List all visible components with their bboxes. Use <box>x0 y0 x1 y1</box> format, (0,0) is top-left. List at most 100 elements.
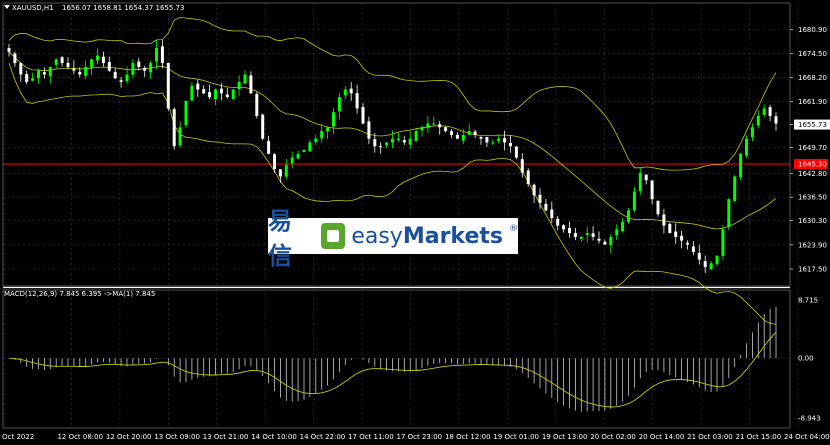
candle-body <box>739 153 743 178</box>
registered-mark: ® <box>509 224 518 234</box>
candle-body <box>225 94 229 98</box>
y-tick-label: 1617.50 <box>798 266 827 274</box>
candle-body <box>662 214 666 226</box>
x-tick-label: 17 Oct 23:00 <box>397 433 443 441</box>
candle-body <box>520 159 524 173</box>
candle-body <box>379 146 383 148</box>
candle-body <box>756 116 760 126</box>
candle-body <box>603 241 607 245</box>
x-tick-label: 24 Oct 04:00 <box>784 433 830 441</box>
candle-body <box>101 56 105 64</box>
candle-body <box>762 108 766 115</box>
candle-body <box>54 59 58 65</box>
y-tick-label: 1680.90 <box>798 26 827 34</box>
easymarkets-logo-icon <box>320 223 346 249</box>
candle-body <box>337 97 341 112</box>
candle-body <box>632 191 636 211</box>
y-tick-label: 1636.50 <box>798 194 827 202</box>
ohlc-readout: 1656.07 1658.81 1654.37 1655.73 <box>62 4 184 12</box>
candle-body <box>532 184 536 196</box>
candle-body <box>444 127 448 132</box>
candle-body <box>355 93 359 109</box>
candle-body <box>579 236 583 239</box>
macd-indicator <box>8 306 777 412</box>
candle-body <box>332 112 335 127</box>
candle-body <box>31 78 35 81</box>
candle-body <box>320 131 324 139</box>
x-tick-label: 13 Oct 09:00 <box>154 433 200 441</box>
candle-body <box>273 154 276 169</box>
candle-body <box>149 63 153 73</box>
candle-body <box>538 194 542 203</box>
candle-body <box>25 74 29 82</box>
candle-body <box>37 70 40 79</box>
candle-body <box>402 140 406 143</box>
y-tick-label: 1623.90 <box>798 241 827 249</box>
candle-body <box>184 100 188 126</box>
candle-body <box>426 123 430 129</box>
candle-body <box>745 138 748 156</box>
y-tick-label: 1674.50 <box>798 50 827 58</box>
candle-body <box>733 176 737 202</box>
candle-body <box>243 74 247 84</box>
candle-body <box>96 55 99 61</box>
candle-body <box>473 131 477 135</box>
candle-body <box>585 233 589 235</box>
candle-body <box>467 131 471 135</box>
chart-grid <box>2 2 799 429</box>
candle-body <box>391 138 394 143</box>
candle-body <box>178 127 182 146</box>
candle-body <box>514 146 518 158</box>
x-tick-label: 11 Oct 2022 <box>0 433 34 441</box>
candle-body <box>680 235 684 241</box>
candle-body <box>361 106 365 124</box>
candle-body <box>526 170 530 184</box>
candle-body <box>703 261 707 268</box>
candle-body <box>219 88 223 94</box>
candle-body <box>202 89 206 94</box>
macd-tick-label: 0.00 <box>798 355 814 363</box>
candle-body <box>373 139 377 147</box>
current-price-label: 1645.30 <box>798 160 827 168</box>
candle-body <box>125 74 129 82</box>
candle-body <box>261 114 265 139</box>
candle-body <box>326 127 330 132</box>
candle-body <box>615 229 619 236</box>
candle-body <box>160 46 164 64</box>
candle-body <box>237 82 241 90</box>
x-tick-label: 13 Oct 21:00 <box>203 433 249 441</box>
macd-signal-line <box>8 331 777 408</box>
candle-body <box>674 231 678 237</box>
candle-body <box>591 233 595 237</box>
candle-body <box>485 137 489 143</box>
candle-body <box>544 203 548 211</box>
candle-body <box>284 165 288 177</box>
candle-body <box>60 57 64 64</box>
candle-body <box>66 62 70 67</box>
macd-tick-label: -8.943 <box>798 415 821 423</box>
x-tick-label: 14 Oct 22:00 <box>300 433 346 441</box>
candle-body <box>290 157 294 164</box>
candle-body <box>408 138 412 145</box>
candle-body <box>627 210 630 222</box>
x-tick-label: 19 Oct 13:00 <box>542 433 588 441</box>
candle-body <box>249 75 253 94</box>
candle-body <box>450 131 453 135</box>
candle-body <box>621 221 625 232</box>
candle-body <box>556 218 560 226</box>
candle-body <box>597 238 601 241</box>
candle-body <box>455 134 459 139</box>
x-tick-label: 17 Oct 11:00 <box>348 433 394 441</box>
candle-body <box>697 252 701 260</box>
candle-body <box>497 138 501 142</box>
candle-body <box>214 89 217 100</box>
candle-body <box>491 142 495 144</box>
candle-body <box>255 93 259 116</box>
candle-body <box>196 83 200 90</box>
macd-label: MACD(12,26,9) 7.845 6.395 ->MA(1) 7.845 <box>4 290 155 298</box>
candle-body <box>349 88 353 94</box>
bollinger-lower-line <box>8 62 777 325</box>
candle-body <box>656 200 660 215</box>
x-tick-label: 12 Oct 20:00 <box>106 433 152 441</box>
candle-body <box>396 138 400 141</box>
